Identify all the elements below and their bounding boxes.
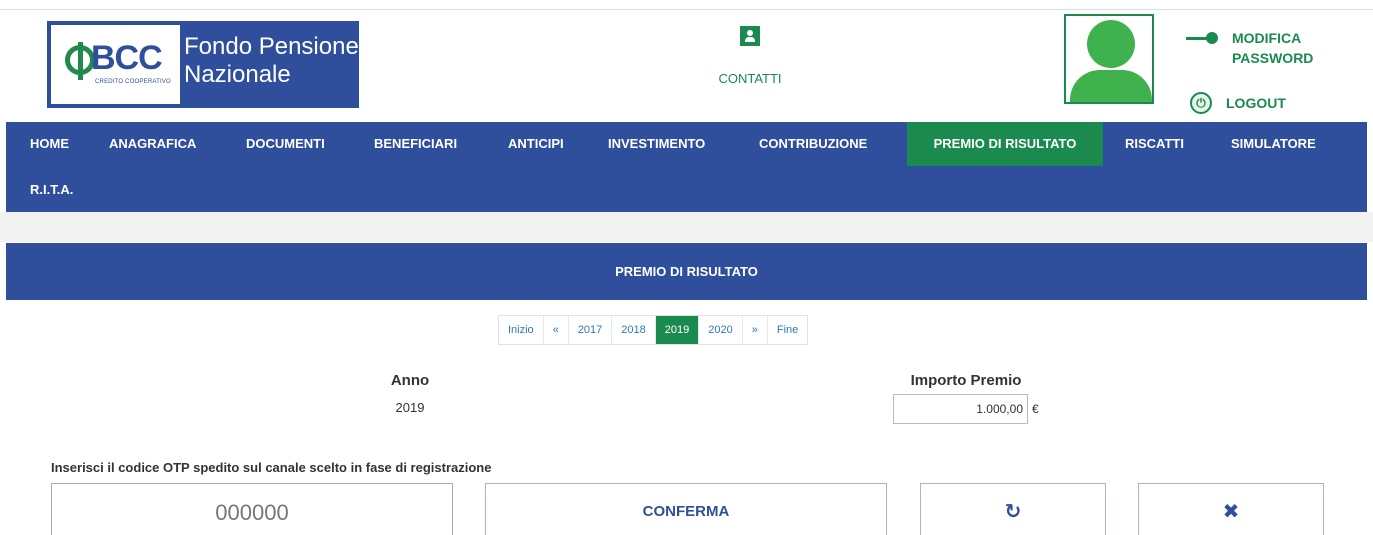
pager-year-2018[interactable]: 2018 xyxy=(612,316,656,344)
logo-title: Fondo Pensione Nazionale xyxy=(184,33,359,89)
confirm-button[interactable]: CONFERMA xyxy=(485,483,887,535)
pager-year-2020[interactable]: 2020 xyxy=(699,316,743,344)
main-nav: HOME ANAGRAFICA DOCUMENTI BENEFICIARI AN… xyxy=(6,122,1367,212)
top-border xyxy=(0,0,1373,10)
pager-next[interactable]: » xyxy=(743,316,768,344)
logo[interactable]: BCC CREDITO COOPERATIVO Fondo Pensione N… xyxy=(47,21,359,108)
nav-item-premio-di-risultato[interactable]: PREMIO DI RISULTATO xyxy=(907,122,1103,166)
nav-item-rita[interactable]: R.I.T.A. xyxy=(14,168,89,212)
nav-item-anticipi[interactable]: ANTICIPI xyxy=(492,122,580,166)
nav-item-simulatore[interactable]: SIMULATORE xyxy=(1215,122,1332,166)
power-icon: ⏻ xyxy=(1190,92,1212,114)
avatar[interactable] xyxy=(1064,14,1154,104)
otp-input[interactable]: 000000 xyxy=(51,483,453,535)
refresh-button[interactable]: ↻ xyxy=(920,483,1106,535)
separator xyxy=(0,212,1373,242)
contacts-link[interactable]: CONTATTI xyxy=(700,26,800,86)
anno-value: 2019 xyxy=(395,400,425,415)
logo-mark-area: BCC CREDITO COOPERATIVO xyxy=(51,25,180,104)
importo-field[interactable]: 1.000,00 xyxy=(893,394,1028,424)
logo-title-line2: Nazionale xyxy=(184,61,291,88)
nav-item-beneficiari[interactable]: BENEFICIARI xyxy=(358,122,473,166)
currency-symbol: € xyxy=(1032,402,1039,416)
nav-item-anagrafica[interactable]: ANAGRAFICA xyxy=(93,122,212,166)
importo-label: Importo Premio xyxy=(910,372,1022,389)
modify-password-link[interactable]: MODIFICA PASSWORD xyxy=(1186,28,1342,68)
nav-item-contribuzione[interactable]: CONTRIBUZIONE xyxy=(743,122,883,166)
logo-subtitle: CREDITO COOPERATIVO xyxy=(95,79,171,85)
otp-instructions: Inserisci il codice OTP spedito sul cana… xyxy=(51,460,492,475)
nav-item-investimento[interactable]: INVESTIMENTO xyxy=(592,122,721,166)
cancel-button[interactable]: ✖ xyxy=(1138,483,1324,535)
anno-label: Anno xyxy=(390,372,430,389)
key-icon xyxy=(1186,30,1222,48)
pager-year-2019[interactable]: 2019 xyxy=(655,316,700,344)
refresh-icon: ↻ xyxy=(1004,501,1022,523)
logout-label: LOGOUT xyxy=(1226,95,1286,111)
pager-prev[interactable]: « xyxy=(544,316,569,344)
modify-password-label: MODIFICA PASSWORD xyxy=(1232,30,1314,66)
close-icon: ✖ xyxy=(1222,501,1240,523)
nav-item-riscatti[interactable]: RISCATTI xyxy=(1109,122,1200,166)
pager-first[interactable]: Inizio xyxy=(499,316,544,344)
nav-item-home[interactable]: HOME xyxy=(14,122,85,166)
user-body-icon xyxy=(1070,70,1152,102)
logo-title-line1: Fondo Pensione xyxy=(184,33,359,60)
year-pagination: Inizio « 2017 2018 2019 2020 » Fine xyxy=(498,315,809,345)
logo-brand: BCC xyxy=(91,39,163,77)
contacts-label: CONTATTI xyxy=(718,71,782,86)
user-head-icon xyxy=(1087,20,1135,68)
logout-link[interactable]: ⏻ LOGOUT xyxy=(1190,92,1286,114)
section-title: PREMIO DI RISULTATO xyxy=(6,243,1367,300)
nav-item-documenti[interactable]: DOCUMENTI xyxy=(230,122,341,166)
contact-card-icon xyxy=(740,26,760,46)
pager-year-2017[interactable]: 2017 xyxy=(569,316,613,344)
pager-last[interactable]: Fine xyxy=(768,316,807,344)
